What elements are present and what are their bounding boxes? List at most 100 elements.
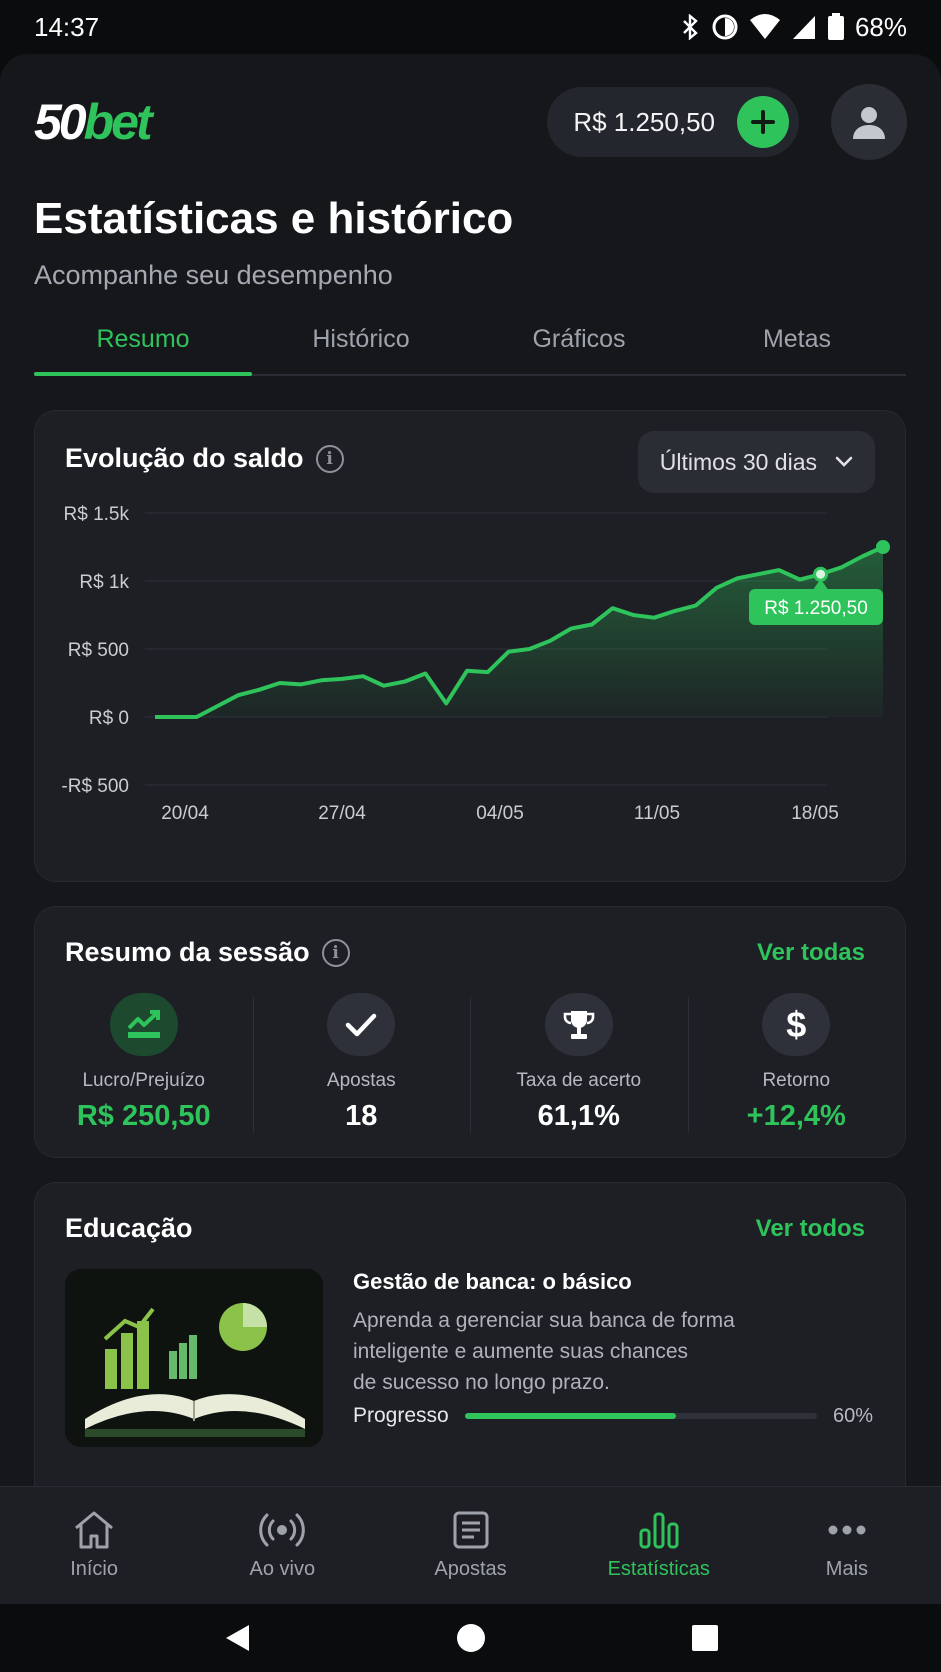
bets-icon [453,1511,488,1549]
chart-card-title: Evolução do saldo i [65,443,344,474]
home-icon [75,1511,114,1549]
plus-icon [751,110,775,134]
stat-value: +12,4% [746,1100,846,1132]
education-title: Educação [65,1213,193,1243]
info-icon[interactable]: i [315,444,344,473]
nav-live[interactable]: Ao vivo [188,1487,376,1604]
stat-return[interactable]: $ Retorno +12,4% [687,993,906,1133]
data-point [876,540,890,554]
header-actions: R$ 1.250,50 [547,84,907,160]
logo-number: 50 [34,94,87,150]
profile-avatar[interactable] [831,84,907,160]
y-tick-label: R$ 1.5k [64,504,130,525]
check-icon [327,993,396,1056]
nav-label: Ao vivo [249,1558,316,1580]
info-icon[interactable]: i [321,938,350,967]
live-icon [259,1513,306,1547]
stat-value: R$ 250,50 [76,1100,211,1132]
page-subtitle: Acompanhe seu desempenho [34,260,393,290]
tab-graficos[interactable]: Gráficos [470,304,688,374]
signal-icon [792,16,815,39]
course-description: Aprenda a gerenciar sua banca de forma i… [353,1309,735,1394]
nav-bets[interactable]: Apostas [376,1487,564,1604]
stat-profit[interactable]: Lucro/Prejuízo R$ 250,50 [35,993,253,1133]
tab-metas[interactable]: Metas [688,304,906,374]
x-tick-label: 27/04 [318,803,366,824]
home-button-icon[interactable] [456,1623,486,1653]
nav-stats[interactable]: Estatísticas [565,1487,753,1604]
back-icon[interactable] [223,1623,251,1653]
logo-word: bet [83,94,153,150]
stat-value: 61,1% [537,1100,620,1132]
progress-label: Progresso [353,1404,449,1427]
trend-up-icon [109,993,178,1056]
y-tick-label: R$ 500 [68,640,129,661]
status-bar: 14:37 68% [0,0,941,54]
user-icon [853,107,885,139]
balance-pill[interactable]: R$ 1.250,50 [547,87,799,157]
y-tick-label: R$ 0 [89,708,129,729]
nav-label: Início [70,1558,118,1580]
callout-label: R$ 1.250,50 [764,598,868,619]
bottom-nav: Início Ao vivo Apostas Estatísticas Mais [0,1486,941,1604]
chevron-down-icon [835,456,853,467]
nav-label: Estatísticas [607,1558,710,1580]
tab-historico[interactable]: Histórico [252,304,470,374]
range-dropdown[interactable]: Últimos 30 dias [637,431,875,493]
course-thumbnail[interactable] [65,1269,323,1447]
trophy-icon [544,993,613,1056]
stat-label: Apostas [326,1070,396,1091]
y-tick-label: -R$ 500 [61,776,129,797]
battery-icon [827,13,844,40]
app-header: 50bet R$ 1.250,50 [34,82,907,162]
see-all-session-link[interactable]: Ver todas [757,939,865,967]
deposit-button[interactable] [737,96,789,148]
x-tick-label: 04/05 [476,803,524,824]
session-stats: Lucro/Prejuízo R$ 250,50 Apostas 18 Taxa… [35,993,905,1133]
nav-label: Mais [825,1558,869,1580]
stat-label: Retorno [762,1070,831,1091]
session-title: Resumo da sessão [65,937,310,967]
battery-percent: 68% [854,11,907,42]
balance-chart: R$ 1.5k R$ 1k R$ 500 R$ 0 -R$ 500 20/04 27/04 0… [61,504,890,824]
bluetooth-icon [683,14,698,40]
stat-label: Taxa de acerto [516,1070,642,1091]
session-summary-card: Resumo da sessão i Ver todas Lucro/Preju… [34,906,906,1158]
session-card-title: Resumo da sessão i [65,937,350,968]
stats-tabs: Resumo Histórico Gráficos Metas [34,304,906,376]
y-tick-label: R$ 1k [79,572,129,593]
app-screen: 50bet R$ 1.250,50 Estatísticas e históri… [0,54,941,1486]
recents-icon[interactable] [691,1624,719,1652]
course-title[interactable]: Gestão de banca: o básico [353,1269,632,1295]
data-point [813,566,829,582]
see-all-education-link[interactable]: Ver todos [756,1215,865,1243]
dollar-icon: $ [762,993,831,1056]
stats-icon [639,1512,679,1549]
status-time: 14:37 [34,11,100,42]
nav-home[interactable]: Início [0,1487,188,1604]
x-tick-label: 20/04 [161,803,209,824]
x-tick-label: 18/05 [791,803,839,824]
stat-bets[interactable]: Apostas 18 [252,993,471,1133]
progress-fill [464,1413,677,1419]
page-title: Estatísticas e histórico [34,194,514,243]
stat-hit-rate[interactable]: Taxa de acerto 61,1% [470,993,688,1133]
balance-amount: R$ 1.250,50 [573,106,715,137]
wifi-icon [749,14,780,39]
progress-bar [464,1413,817,1419]
tab-resumo[interactable]: Resumo [34,304,252,376]
nav-more[interactable]: Mais [753,1487,941,1604]
status-icons: 68% [679,12,907,43]
data-saver-icon [712,14,738,40]
brand-logo[interactable]: 50bet [34,93,153,151]
progress-percent: 60% [832,1404,873,1427]
range-dropdown-value: Últimos 30 dias [659,448,817,475]
education-card: Educação Ver todos Gestão de banca: o bá… [34,1182,906,1486]
course-progress: Progresso 60% [353,1401,873,1431]
stat-label: Lucro/Prejuízo [82,1070,205,1091]
chart-title: Evolução do saldo [65,443,304,473]
nav-label: Apostas [434,1558,507,1580]
x-tick-label: 11/05 [634,803,680,824]
balance-chart-card: Evolução do saldo i Últimos 30 dias R$ 1… [34,410,906,882]
system-nav-bar [0,1604,941,1672]
